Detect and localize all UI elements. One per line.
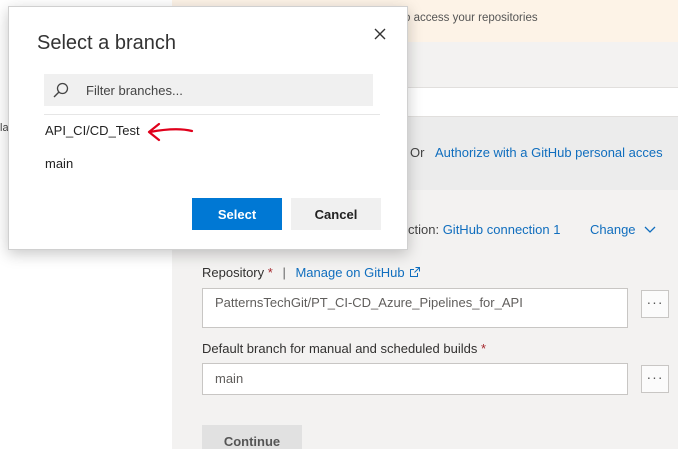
header-underline-band — [408, 87, 678, 117]
warning-banner-text: o access your repositories — [404, 12, 538, 24]
required-mark: * — [480, 341, 487, 356]
dialog-title: Select a branch — [37, 32, 176, 54]
branch-item-main[interactable]: main — [45, 156, 73, 171]
label-separator: | — [282, 265, 286, 280]
annotation-arrow — [147, 122, 194, 142]
cancel-button[interactable]: Cancel — [291, 198, 381, 230]
header-band — [408, 42, 678, 87]
divider — [44, 114, 380, 115]
close-icon[interactable] — [369, 23, 391, 45]
authorize-section: Or Authorize with a GitHub personal acce… — [408, 117, 678, 190]
connection-row: ction: GitHub connection 1 Change — [408, 222, 656, 237]
repository-more-button[interactable]: ··· — [641, 290, 669, 318]
select-button[interactable]: Select — [192, 198, 282, 230]
search-icon — [53, 82, 69, 98]
repository-input[interactable]: PatternsTechGit/PT_CI-CD_Azure_Pipelines… — [202, 288, 628, 328]
authorize-pat-link[interactable]: Authorize with a GitHub personal acces — [435, 145, 663, 160]
external-link-icon — [409, 267, 420, 277]
default-branch-label: Default branch for manual and scheduled … — [202, 341, 478, 356]
repository-label: Repository — [202, 265, 265, 280]
branch-item-api-ci-cd-test[interactable]: API_CI/CD_Test — [45, 123, 140, 138]
manage-on-github-label: Manage on GitHub — [295, 265, 405, 280]
manage-on-github-link[interactable]: Manage on GitHub — [295, 265, 420, 280]
filter-branches-input[interactable] — [86, 74, 366, 106]
default-branch-value: main — [215, 371, 244, 386]
connection-prefix: ction: — [408, 222, 443, 237]
filter-branches-box — [44, 74, 373, 106]
change-connection-button[interactable]: Change — [590, 222, 656, 237]
default-branch-input[interactable]: main — [202, 363, 628, 395]
connection-name: GitHub connection 1 — [442, 222, 561, 237]
or-text: Or — [410, 145, 425, 160]
select-branch-dialog: Select a branch API_CI/CD_Test main Sele… — [8, 6, 408, 250]
required-mark: * — [267, 265, 273, 280]
default-branch-more-button[interactable]: ··· — [641, 365, 669, 393]
continue-button[interactable]: Continue — [202, 425, 302, 449]
repository-field-label: Repository * | Manage on GitHub — [202, 265, 420, 280]
repository-value: PatternsTechGit/PT_CI-CD_Azure_Pipelines… — [215, 295, 523, 310]
change-connection-label: Change — [590, 222, 636, 237]
chevron-down-icon — [644, 226, 656, 233]
default-branch-field-label: Default branch for manual and scheduled … — [202, 341, 486, 356]
